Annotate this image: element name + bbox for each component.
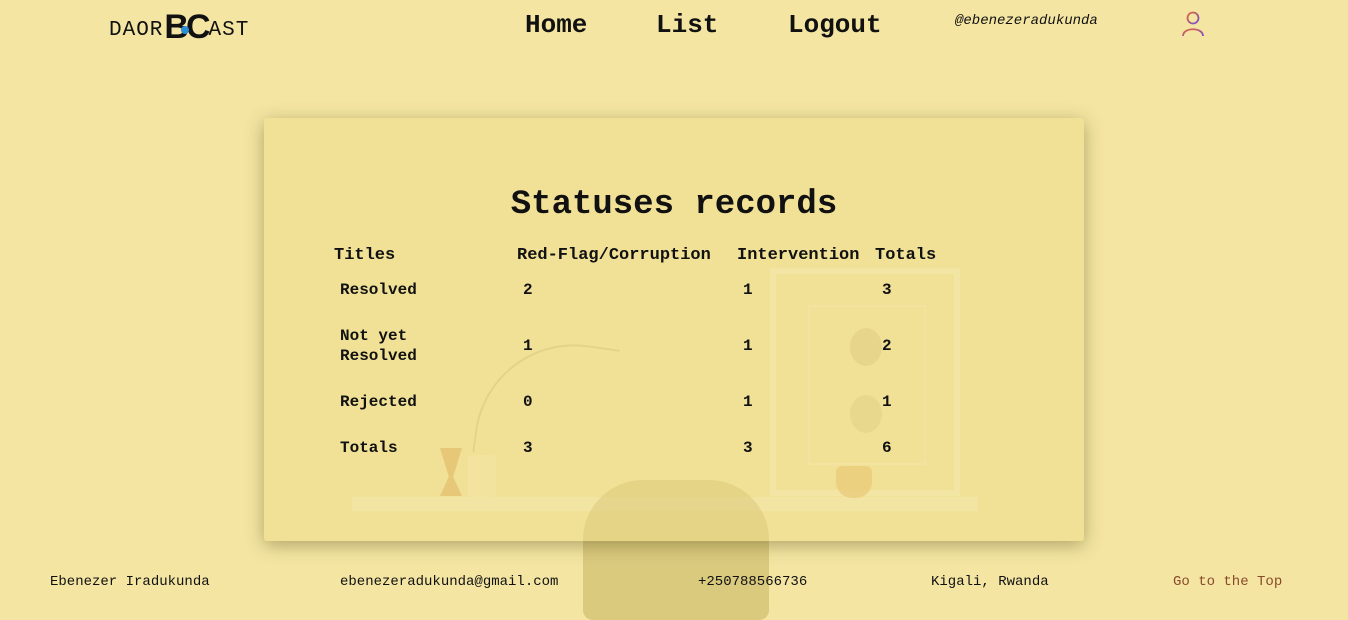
column-header-titles: Titles — [334, 246, 396, 265]
footer-email[interactable]: ebenezeradukunda@gmail.com — [340, 574, 558, 590]
user-icon[interactable] — [1180, 10, 1208, 38]
row-total-count: 1 — [882, 393, 892, 411]
row-total-count: 2 — [882, 337, 892, 355]
logo-right-text: AST — [208, 19, 250, 42]
row-intervention-count: 1 — [743, 281, 753, 299]
column-header-redflag: Red-Flag/Corruption — [517, 246, 711, 265]
footer-location: Kigali, Rwanda — [931, 574, 1049, 590]
go-to-top-link[interactable]: Go to the Top — [1173, 574, 1282, 590]
row-redflag-count: 2 — [523, 281, 533, 299]
row-intervention-count: 3 — [743, 439, 753, 457]
nav-home-link[interactable]: Home — [525, 10, 587, 40]
row-total-count: 3 — [882, 281, 892, 299]
row-redflag-count: 1 — [523, 337, 533, 355]
row-total-count: 6 — [882, 439, 892, 457]
row-title: Resolved — [340, 281, 417, 299]
logo[interactable]: DAOR BC AST — [109, 8, 250, 44]
statuses-card: Statuses records Titles Red-Flag/Corrupt… — [264, 118, 1084, 541]
nav-logout-link[interactable]: Logout — [788, 10, 882, 40]
row-redflag-count: 0 — [523, 393, 533, 411]
row-intervention-count: 1 — [743, 337, 753, 355]
row-redflag-count: 3 — [523, 439, 533, 457]
page-title: Statuses records — [510, 186, 838, 224]
column-header-intervention: Intervention — [737, 246, 860, 265]
row-title: Rejected — [340, 393, 417, 411]
column-header-totals: Totals — [875, 246, 937, 265]
row-title: Totals — [340, 439, 398, 457]
row-intervention-count: 1 — [743, 393, 753, 411]
row-title: Not yet — [340, 327, 408, 345]
logo-left-text: DAOR — [109, 19, 164, 42]
nav-list-link[interactable]: List — [656, 10, 718, 40]
username: @ebenezeradukunda — [955, 13, 1098, 29]
row-title-line2: Resolved — [340, 347, 417, 365]
logo-mark: BC — [164, 10, 210, 44]
footer-name: Ebenezer Iradukunda — [50, 574, 210, 590]
footer-phone: +250788566736 — [698, 574, 808, 590]
